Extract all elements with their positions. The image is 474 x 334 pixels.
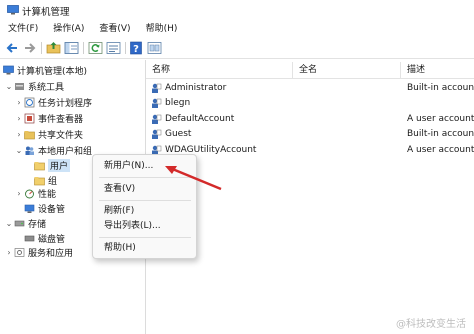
properties-icon[interactable] xyxy=(147,41,162,55)
expand-chevron-icon[interactable]: › xyxy=(14,98,24,107)
user-icon xyxy=(152,114,162,124)
user-name-cell: Guest xyxy=(165,129,192,139)
task-scheduler-icon xyxy=(24,97,35,107)
tree-local-users-groups[interactable]: ⌄ 本地用户和组 xyxy=(14,143,92,157)
user-description-cell: A user account xyxy=(407,114,474,124)
menu-item-view[interactable]: 查看(V) xyxy=(104,182,135,196)
tree-shared-folders[interactable]: › 共享文件夹 xyxy=(14,127,83,141)
tree-groups[interactable]: 组 xyxy=(34,173,57,187)
svg-text:?: ? xyxy=(133,44,139,55)
shared-folder-icon xyxy=(24,130,35,139)
expand-chevron-icon[interactable]: › xyxy=(4,248,14,257)
tree-device-manager[interactable]: 设备管 xyxy=(24,201,65,215)
forward-arrow-icon[interactable] xyxy=(22,41,37,55)
expand-chevron-icon[interactable]: › xyxy=(14,114,24,123)
menu-view[interactable]: 查看(V) xyxy=(91,21,137,38)
event-viewer-icon xyxy=(24,113,35,123)
device-manager-icon xyxy=(24,204,35,213)
disk-icon xyxy=(24,235,35,241)
expand-chevron-icon[interactable]: › xyxy=(14,189,24,198)
collapse-chevron-icon[interactable]: ⌄ xyxy=(14,146,24,155)
user-description-cell: A user account xyxy=(407,145,474,155)
column-header-description[interactable]: 描述 xyxy=(401,62,474,78)
user-icon xyxy=(152,98,162,108)
console-tree-icon[interactable] xyxy=(64,41,79,55)
storage-icon xyxy=(14,220,25,226)
table-row[interactable]: DefaultAccount A user account xyxy=(146,112,474,126)
menu-file[interactable]: 文件(F) xyxy=(0,21,45,38)
folder-icon xyxy=(34,161,45,170)
tree-task-scheduler[interactable]: › 任务计划程序 xyxy=(14,95,92,109)
up-folder-icon[interactable] xyxy=(46,41,61,55)
performance-icon xyxy=(25,189,34,198)
user-name-cell: blegn xyxy=(165,98,191,108)
user-description-cell: Built-in accoun xyxy=(407,83,474,93)
tree-disk-management[interactable]: 磁盘管 xyxy=(24,231,65,245)
tools-icon xyxy=(15,82,24,90)
collapse-chevron-icon[interactable]: ⌄ xyxy=(4,82,14,91)
menu-item-export-list[interactable]: 导出列表(L)... xyxy=(104,219,161,233)
tree-performance[interactable]: › 性能 xyxy=(14,186,56,200)
menu-bar: 文件(F) 操作(A) 查看(V) 帮助(H) xyxy=(0,21,474,38)
user-icon xyxy=(152,129,162,139)
tree-system-tools[interactable]: ⌄ 系统工具 xyxy=(4,79,64,93)
computer-management-icon xyxy=(7,5,19,15)
table-row[interactable]: Administrator Built-in accoun xyxy=(146,81,474,95)
toolbar: ? xyxy=(0,39,474,59)
services-icon xyxy=(14,247,25,257)
watermark: @科技改变生活 xyxy=(396,315,466,330)
user-name-cell: Administrator xyxy=(165,83,227,93)
folder-icon xyxy=(34,176,45,185)
refresh-icon[interactable] xyxy=(88,41,103,55)
tree-root[interactable]: 计算机管理(本地) xyxy=(3,63,87,77)
users-group-icon xyxy=(25,146,34,155)
column-header-full-name[interactable]: 全名 xyxy=(293,62,401,78)
window-title: 计算机管理 xyxy=(22,7,70,18)
watermark-text: @科技改变生活 xyxy=(396,319,466,330)
expand-chevron-icon[interactable]: › xyxy=(14,130,24,139)
user-icon xyxy=(152,83,162,93)
user-description-cell: Built-in accoun xyxy=(407,129,474,139)
column-header-name[interactable]: 名称 xyxy=(146,62,293,78)
tree-storage[interactable]: ⌄ 存储 xyxy=(4,216,46,230)
table-row[interactable]: blegn xyxy=(146,96,474,110)
tree-users[interactable]: 用户 xyxy=(34,158,71,172)
menu-item-new-user[interactable]: 新用户(N)... xyxy=(104,159,153,173)
help-icon[interactable]: ? xyxy=(129,41,144,55)
export-list-icon[interactable] xyxy=(106,41,121,55)
menu-action[interactable]: 操作(A) xyxy=(45,21,91,38)
computer-icon xyxy=(3,65,14,74)
menu-item-refresh[interactable]: 刷新(F) xyxy=(104,204,134,218)
menu-item-help[interactable]: 帮助(H) xyxy=(104,241,136,255)
back-arrow-icon[interactable] xyxy=(5,41,20,55)
title-bar: 计算机管理 xyxy=(0,0,474,20)
user-name-cell: DefaultAccount xyxy=(165,114,235,124)
collapse-chevron-icon[interactable]: ⌄ xyxy=(4,219,14,228)
table-row[interactable]: Guest Built-in accoun xyxy=(146,127,474,141)
tree-event-viewer[interactable]: › 事件查看器 xyxy=(14,111,83,125)
menu-help[interactable]: 帮助(H) xyxy=(138,21,185,38)
tree-services-apps[interactable]: › 服务和应用 xyxy=(4,245,73,259)
context-menu: 新用户(N)... 查看(V) 刷新(F) 导出列表(L)... 帮助(H) xyxy=(92,154,197,259)
